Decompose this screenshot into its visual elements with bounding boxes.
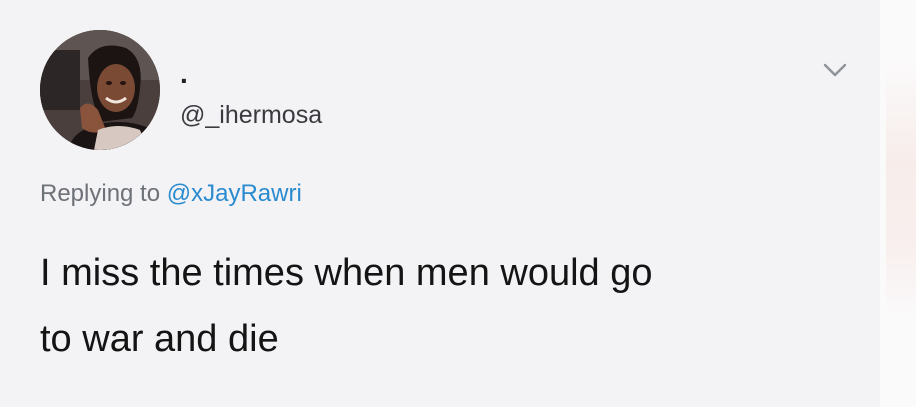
screenshot: . @_ihermosa Replying to @xJayRawri I mi… <box>0 0 916 407</box>
profile-photo-icon <box>40 30 160 150</box>
user-handle[interactable]: @_ihermosa <box>180 100 322 130</box>
chevron-down-icon[interactable] <box>822 60 848 80</box>
reply-prefix: Replying to <box>40 180 161 207</box>
adjacent-content-shadow <box>886 60 916 320</box>
tweet-text-line: to war and die <box>40 318 279 360</box>
display-name[interactable]: . <box>180 60 188 88</box>
tweet-card: . @_ihermosa Replying to @xJayRawri I mi… <box>0 0 880 407</box>
tweet-text-line: I miss the times when men would go <box>40 252 653 294</box>
tweet-text: I miss the times when men would go to wa… <box>40 240 840 372</box>
reply-to-link[interactable]: @xJayRawri <box>167 180 302 207</box>
avatar[interactable] <box>40 30 160 150</box>
reply-context: Replying to @xJayRawri <box>40 178 302 210</box>
